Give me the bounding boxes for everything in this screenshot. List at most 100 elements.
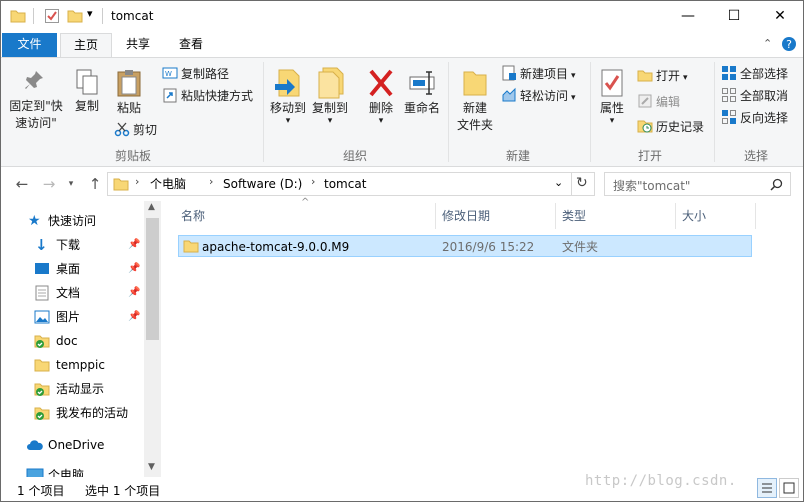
pin-icon <box>25 71 43 89</box>
nav-item-documents[interactable]: 文档 📌 <box>1 281 144 305</box>
nav-item-temppic[interactable]: temppic <box>1 353 144 377</box>
nav-this-pc-label: 个电脑 <box>48 468 85 477</box>
copy-path-button[interactable]: W 复制路径 <box>162 64 229 84</box>
select-none-button[interactable]: 全部取消 <box>721 86 788 106</box>
tab-share[interactable]: 共享 <box>114 33 162 58</box>
nav-onedrive-label: OneDrive <box>48 438 105 452</box>
pin-icon: 📌 <box>128 311 141 322</box>
open-button[interactable]: 打开 ▾ <box>637 66 688 86</box>
details-view-button[interactable] <box>757 478 777 498</box>
collapse-ribbon-icon[interactable]: ⌃ <box>763 37 772 50</box>
scroll-down-icon[interactable]: ▼ <box>148 462 155 472</box>
large-icons-view-icon <box>783 482 795 494</box>
copy-icon <box>76 69 98 95</box>
tab-view[interactable]: 查看 <box>167 33 215 58</box>
large-icons-view-button[interactable] <box>779 478 799 498</box>
properties-check-icon[interactable] <box>44 8 60 24</box>
invert-selection-button[interactable]: 反向选择 <box>721 108 788 128</box>
search-icon[interactable] <box>770 178 783 191</box>
close-button[interactable]: ✕ <box>757 1 803 31</box>
tab-home[interactable]: 主页 <box>60 33 112 58</box>
rename-button[interactable]: 重命名 <box>401 66 443 117</box>
new-item-button[interactable]: 新建项目 ▾ <box>501 64 576 84</box>
breadcrumb-this-pc[interactable]: 个电脑 <box>150 176 186 192</box>
nav-item-label: 我发布的活动 <box>56 406 129 420</box>
new-item-label: 新建项目 <box>520 67 569 81</box>
breadcrumb-separator-icon[interactable]: › <box>209 175 213 188</box>
column-header-date[interactable]: 修改日期 <box>442 207 490 224</box>
select-all-button[interactable]: 全部选择 <box>721 64 788 84</box>
new-folder-button[interactable]: 新建 文件夹 <box>453 66 497 134</box>
forward-arrow-icon[interactable]: → <box>39 174 59 194</box>
edit-button[interactable]: 编辑 <box>637 92 680 112</box>
nav-item-desktop[interactable]: 桌面 📌 <box>1 257 144 281</box>
up-arrow-icon[interactable]: ↑ <box>85 174 105 194</box>
paste-button[interactable]: 粘贴 <box>111 68 147 117</box>
divider <box>675 203 676 229</box>
nav-quick-access[interactable]: ★ 快速访问 <box>1 209 144 233</box>
paste-shortcut-button[interactable]: 粘贴快捷方式 <box>162 86 253 106</box>
column-header-size[interactable]: 大小 <box>682 207 706 224</box>
properties-button[interactable]: 属性 ▾ <box>595 66 629 126</box>
file-date: 2016/9/6 15:22 <box>442 240 535 254</box>
tab-file[interactable]: 文件 <box>2 33 57 57</box>
divider <box>590 62 591 162</box>
pin-to-quick-access-button[interactable]: 固定到"快 速访问" <box>7 68 65 132</box>
star-icon: ★ <box>28 213 41 229</box>
table-row[interactable]: apache-tomcat-9.0.0.M9 2016/9/6 15:22 文件… <box>178 235 752 257</box>
back-arrow-icon[interactable]: ← <box>12 174 32 194</box>
group-label-new: 新建 <box>505 149 530 163</box>
column-header-type[interactable]: 类型 <box>562 207 586 224</box>
folder-icon <box>34 359 50 372</box>
group-label-open: 打开 <box>637 149 662 163</box>
rename-label: 重命名 <box>403 101 440 115</box>
scroll-up-icon[interactable]: ▲ <box>148 202 155 212</box>
address-bar[interactable]: › 个电脑 › Software (D:) › tomcat ⌄ ↻ <box>107 172 595 196</box>
nav-item-label: 文档 <box>56 286 81 300</box>
divider <box>435 203 436 229</box>
new-folder-icon[interactable] <box>67 8 83 24</box>
copy-to-button[interactable]: 复制到 ▾ <box>309 66 351 126</box>
chevron-down-icon[interactable]: ▾ <box>87 7 93 20</box>
maximize-button[interactable]: ☐ <box>711 1 757 31</box>
history-button[interactable]: 历史记录 <box>637 117 704 137</box>
nav-pane-scrollbar[interactable]: ▲ ▼ <box>144 201 161 477</box>
easy-access-button[interactable]: 轻松访问 ▾ <box>501 86 576 106</box>
cut-label: 剪切 <box>133 123 158 137</box>
navigation-row: ← → ▾ ↑ › 个电脑 › Software (D:) › tomcat ⌄… <box>1 167 803 201</box>
synced-folder-icon <box>34 335 50 348</box>
sort-ascending-icon: ^ <box>301 197 310 208</box>
nav-item-label: 下载 <box>56 238 81 252</box>
pin-label: 固定到"快 <box>9 99 63 113</box>
delete-button[interactable]: 删除 ▾ <box>363 66 399 126</box>
edit-icon <box>638 94 652 108</box>
select-all-icon <box>722 66 736 80</box>
paste-shortcut-label: 粘贴快捷方式 <box>181 89 254 103</box>
help-icon[interactable]: ? <box>781 36 797 52</box>
breadcrumb-drive[interactable]: Software (D:) <box>223 176 302 192</box>
search-box[interactable]: 搜索"tomcat" <box>604 172 791 196</box>
nav-item-activity-display[interactable]: 活动显示 <box>1 377 144 401</box>
pin-icon: 📌 <box>128 239 141 250</box>
breadcrumb-separator-icon[interactable]: › <box>135 175 139 188</box>
nav-this-pc[interactable]: 个电脑 <box>1 463 144 477</box>
breadcrumb-tomcat[interactable]: tomcat <box>324 176 366 192</box>
move-to-icon <box>275 69 300 97</box>
search-placeholder: 搜索"tomcat" <box>613 179 691 193</box>
nav-item-my-activities[interactable]: 我发布的活动 <box>1 401 144 425</box>
move-to-button[interactable]: 移动到 ▾ <box>267 66 309 126</box>
address-dropdown-chevron-icon[interactable]: ⌄ <box>554 176 563 189</box>
copy-button[interactable]: 复制 <box>69 68 105 115</box>
scrollbar-thumb[interactable] <box>146 218 159 340</box>
column-header-name[interactable]: 名称 <box>181 207 205 224</box>
nav-item-doc[interactable]: doc <box>1 329 144 353</box>
refresh-icon[interactable]: ↻ <box>576 175 588 191</box>
nav-item-downloads[interactable]: ↓ 下载 📌 <box>1 233 144 257</box>
breadcrumb-separator-icon[interactable]: › <box>311 175 315 188</box>
recent-locations-chevron-icon[interactable]: ▾ <box>61 174 81 194</box>
minimize-button[interactable]: — <box>665 1 711 31</box>
nav-item-pictures[interactable]: 图片 📌 <box>1 305 144 329</box>
cut-button[interactable]: 剪切 <box>114 120 157 140</box>
nav-onedrive[interactable]: OneDrive <box>1 433 144 457</box>
svg-text:?: ? <box>786 38 792 51</box>
